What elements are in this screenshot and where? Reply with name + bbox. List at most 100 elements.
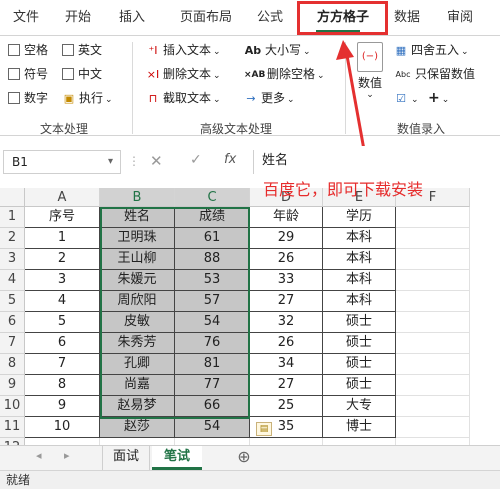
symbol-checkbox[interactable]: 符号 (8, 64, 48, 84)
cell-c4[interactable]: 53 (175, 270, 250, 291)
digit-checkbox[interactable]: 数字 (8, 88, 48, 108)
tab-file[interactable]: 文件 (8, 0, 44, 36)
cell-c9[interactable]: 77 (175, 375, 250, 396)
row-header-7[interactable]: 7 (0, 333, 25, 354)
cell-b4[interactable]: 朱媛元 (100, 270, 175, 291)
cell-f7[interactable] (396, 333, 470, 354)
cell-a11[interactable]: 10 (25, 417, 100, 438)
cell-e11[interactable]: 博士 (323, 417, 396, 438)
column-header-a[interactable]: A (25, 188, 100, 207)
tab-formulas[interactable]: 公式 (250, 0, 290, 36)
round-button[interactable]: ▦ 四舍五入 ⌄ (394, 40, 469, 60)
cell-b2[interactable]: 卫明珠 (100, 228, 175, 249)
cell-f10[interactable] (396, 396, 470, 417)
more-button[interactable]: → 更多 ⌄ (244, 88, 294, 108)
cell-a5[interactable]: 4 (25, 291, 100, 312)
cell-c5[interactable]: 57 (175, 291, 250, 312)
cell-d6[interactable]: 32 (250, 312, 323, 333)
cell-a4[interactable]: 3 (25, 270, 100, 291)
cell-b9[interactable]: 尚嘉 (100, 375, 175, 396)
cell-a8[interactable]: 7 (25, 354, 100, 375)
cell-c3[interactable]: 88 (175, 249, 250, 270)
tab-data[interactable]: 数据 (387, 0, 427, 36)
tab-review[interactable]: 审阅 (440, 0, 480, 36)
cell-a9[interactable]: 8 (25, 375, 100, 396)
cell-d7[interactable]: 26 (250, 333, 323, 354)
execute-button[interactable]: ▣ 执行 ⌄ (62, 88, 113, 108)
cell-f1[interactable] (396, 207, 470, 228)
cell-b3[interactable]: 王山柳 (100, 249, 175, 270)
cell-c1[interactable]: 成绩 (175, 207, 250, 228)
cell-f3[interactable] (396, 249, 470, 270)
chevron-down-icon[interactable]: ▾ (108, 156, 113, 167)
sheet-tab-interview[interactable]: 面试 (102, 446, 150, 470)
cell-d9[interactable]: 27 (250, 375, 323, 396)
cell-d4[interactable]: 33 (250, 270, 323, 291)
cell-c10[interactable]: 66 (175, 396, 250, 417)
cell-f5[interactable] (396, 291, 470, 312)
cell-e9[interactable]: 硕士 (323, 375, 396, 396)
column-header-b[interactable]: B (100, 188, 175, 207)
add-sheet-icon[interactable]: ⊕ (230, 446, 258, 470)
delete-space-button[interactable]: ×AB 删除空格 ⌄ (244, 64, 325, 84)
name-box[interactable]: B1 (3, 150, 121, 174)
row-header-8[interactable]: 8 (0, 354, 25, 375)
tab-home[interactable]: 开始 (58, 0, 98, 36)
cell-b6[interactable]: 皮敏 (100, 312, 175, 333)
scroll-right-icon[interactable]: ▸ (64, 449, 70, 462)
cell-c7[interactable]: 76 (175, 333, 250, 354)
edit-button[interactable]: ☑ ⌄ (394, 88, 418, 108)
cell-f6[interactable] (396, 312, 470, 333)
extract-text-button[interactable]: ⊓ 截取文本 ⌄ (146, 88, 221, 108)
row-header-11[interactable]: 11 (0, 417, 25, 438)
english-checkbox[interactable]: 英文 (62, 40, 102, 60)
row-header-9[interactable]: 9 (0, 375, 25, 396)
tab-page-layout[interactable]: 页面布局 (168, 0, 244, 36)
tab-insert[interactable]: 插入 (112, 0, 152, 36)
cell-b11[interactable]: 赵莎 (100, 417, 175, 438)
scroll-left-icon[interactable]: ◂ (36, 449, 42, 462)
insert-text-button[interactable]: ⁺I 插入文本 ⌄ (146, 40, 220, 60)
cell-d2[interactable]: 29 (250, 228, 323, 249)
cell-e6[interactable]: 硕士 (323, 312, 396, 333)
formula-input[interactable]: 姓名 (253, 150, 500, 174)
cell-a6[interactable]: 5 (25, 312, 100, 333)
cell-e7[interactable]: 硕士 (323, 333, 396, 354)
cell-a7[interactable]: 6 (25, 333, 100, 354)
cell-a2[interactable]: 1 (25, 228, 100, 249)
cell-c11[interactable]: 54 (175, 417, 250, 438)
cell-b5[interactable]: 周欣阳 (100, 291, 175, 312)
chinese-checkbox[interactable]: 中文 (62, 64, 102, 84)
keep-value-button[interactable]: Abc 只保留数值 (394, 64, 476, 84)
row-header-6[interactable]: 6 (0, 312, 25, 333)
row-header-5[interactable]: 5 (0, 291, 25, 312)
sheet-tab-written[interactable]: 笔试 (152, 446, 202, 470)
row-header-10[interactable]: 10 (0, 396, 25, 417)
cell-e10[interactable]: 大专 (323, 396, 396, 417)
function-icon[interactable]: fx (224, 152, 236, 167)
cell-e4[interactable]: 本科 (323, 270, 396, 291)
row-header-3[interactable]: 3 (0, 249, 25, 270)
cell-d5[interactable]: 27 (250, 291, 323, 312)
case-button[interactable]: Ab 大小写 ⌄ (244, 40, 311, 60)
cell-e3[interactable]: 本科 (323, 249, 396, 270)
cell-f11[interactable] (396, 417, 470, 438)
row-header-1[interactable]: 1 (0, 207, 25, 228)
cell-c6[interactable]: 54 (175, 312, 250, 333)
cell-d8[interactable]: 34 (250, 354, 323, 375)
cell-a3[interactable]: 2 (25, 249, 100, 270)
cancel-icon[interactable]: ✕ (150, 152, 163, 170)
cell-b10[interactable]: 赵易梦 (100, 396, 175, 417)
row-header-4[interactable]: 4 (0, 270, 25, 291)
select-all-corner[interactable] (0, 188, 25, 207)
cell-f9[interactable] (396, 375, 470, 396)
cell-e5[interactable]: 本科 (323, 291, 396, 312)
cell-a10[interactable]: 9 (25, 396, 100, 417)
cell-b7[interactable]: 朱秀芳 (100, 333, 175, 354)
add-button[interactable]: + ⌄ (428, 88, 449, 108)
cell-d10[interactable]: 25 (250, 396, 323, 417)
row-header-2[interactable]: 2 (0, 228, 25, 249)
cell-d3[interactable]: 26 (250, 249, 323, 270)
confirm-icon[interactable]: ✓ (190, 152, 202, 168)
cell-c8[interactable]: 81 (175, 354, 250, 375)
